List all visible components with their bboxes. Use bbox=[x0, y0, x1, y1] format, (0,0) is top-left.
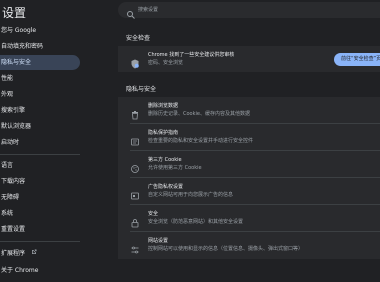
sidebar-item-appearance[interactable]: 外观 bbox=[0, 87, 80, 102]
sidebar-item-search-engine[interactable]: 搜索引擎 bbox=[0, 103, 80, 118]
sidebar-item-privacy[interactable]: 隐私与安全 bbox=[0, 55, 80, 70]
row-title: 安全 bbox=[148, 211, 159, 217]
sidebar-divider bbox=[0, 241, 80, 242]
sidebar-item-on-startup[interactable]: 启动时 bbox=[0, 135, 80, 150]
search-input[interactable] bbox=[138, 2, 338, 18]
security-row[interactable]: 安全 安全浏览（防范恶意网站）和其他安全设置 bbox=[118, 205, 380, 231]
trash-icon bbox=[130, 105, 140, 120]
row-title: 删除浏览数据 bbox=[148, 103, 179, 109]
privacy-card: 删除浏览数据 删除历史记录、Cookie、缓存内容及其他数据 隐私保护指南 检查… bbox=[118, 97, 380, 259]
row-desc: 删除历史记录、Cookie、缓存内容及其他数据 bbox=[148, 111, 250, 117]
sidebar-item-performance[interactable]: 性能 bbox=[0, 71, 80, 86]
sidebar-item-accessibility[interactable]: 无障碍 bbox=[0, 190, 80, 205]
sidebar-item-label: 扩展程序 bbox=[1, 250, 26, 257]
row-desc: 安全浏览（防范恶意网站）和其他安全设置 bbox=[148, 219, 244, 225]
safety-check-desc: 密码、安全浏览 bbox=[148, 60, 184, 66]
ad-privacy-icon bbox=[130, 186, 140, 200]
row-title: 网站设置 bbox=[148, 238, 169, 244]
search-bar bbox=[118, 2, 380, 19]
external-link-icon bbox=[31, 246, 37, 261]
row-desc: 允许使用第三方 Cookie bbox=[148, 165, 202, 171]
privacy-guide-row[interactable]: 隐私保护指南 检查重要的隐私和安全设置并手动进行安全控件 bbox=[118, 124, 380, 150]
site-settings-row[interactable]: 网站设置 控制网站可以使用和显示的信息（位置信息、摄像头、弹出式窗口等） bbox=[118, 232, 380, 258]
safety-check-card: Chrome 找到了一些安全建议供您审核 密码、安全浏览 前往“安全检查”页面 bbox=[118, 46, 380, 72]
search-icon bbox=[126, 5, 136, 19]
row-title: 广告隐私权设置 bbox=[148, 184, 184, 190]
ad-privacy-row[interactable]: 广告隐私权设置 自定义网站可用于向您展示广告的信息 bbox=[118, 178, 380, 204]
sidebar-item-reset[interactable]: 重置设置 bbox=[0, 222, 80, 237]
privacy-heading: 隐私与安全 bbox=[126, 86, 157, 93]
sidebar-item-downloads[interactable]: 下载内容 bbox=[0, 174, 80, 189]
row-title: 第三方 Cookie bbox=[148, 157, 182, 163]
cookie-icon bbox=[130, 159, 140, 173]
lock-icon bbox=[130, 213, 140, 228]
page-title: 设置 bbox=[2, 6, 27, 20]
sidebar-item-default-browser[interactable]: 默认浏览器 bbox=[0, 119, 80, 134]
sidebar-item-about[interactable]: 关于 Chrome bbox=[0, 263, 80, 278]
site-settings-icon bbox=[130, 240, 140, 254]
row-desc: 自定义网站可用于向您展示广告的信息 bbox=[148, 192, 234, 198]
sidebar: 设置 您与 Google 自动填充和密码 隐私与安全 性能 外观 搜索引擎 默认… bbox=[0, 0, 82, 282]
row-desc: 检查重要的隐私和安全设置并手动进行安全控件 bbox=[148, 138, 254, 144]
safety-check-heading: 安全检查 bbox=[126, 35, 151, 42]
safety-check-row: Chrome 找到了一些安全建议供您审核 密码、安全浏览 前往“安全检查”页面 bbox=[118, 46, 380, 72]
safety-check-title: Chrome 找到了一些安全建议供您审核 bbox=[148, 52, 235, 58]
shield-icon bbox=[130, 54, 140, 69]
sidebar-item-extensions[interactable]: 扩展程序 bbox=[0, 246, 80, 261]
privacy-guide-icon bbox=[130, 132, 140, 146]
sidebar-item-you-and-google[interactable]: 您与 Google bbox=[0, 23, 80, 38]
go-to-safety-check-button[interactable]: 前往“安全检查”页面 bbox=[334, 53, 380, 66]
third-party-cookies-row[interactable]: 第三方 Cookie 允许使用第三方 Cookie bbox=[118, 151, 380, 177]
sidebar-item-system[interactable]: 系统 bbox=[0, 206, 80, 221]
sidebar-divider bbox=[0, 154, 80, 155]
sidebar-item-autofill[interactable]: 自动填充和密码 bbox=[0, 39, 80, 54]
row-title: 隐私保护指南 bbox=[148, 130, 179, 136]
row-desc: 控制网站可以使用和显示的信息（位置信息、摄像头、弹出式窗口等） bbox=[148, 246, 304, 252]
delete-browsing-data-row[interactable]: 删除浏览数据 删除历史记录、Cookie、缓存内容及其他数据 bbox=[118, 97, 380, 123]
sidebar-item-languages[interactable]: 语言 bbox=[0, 158, 80, 173]
